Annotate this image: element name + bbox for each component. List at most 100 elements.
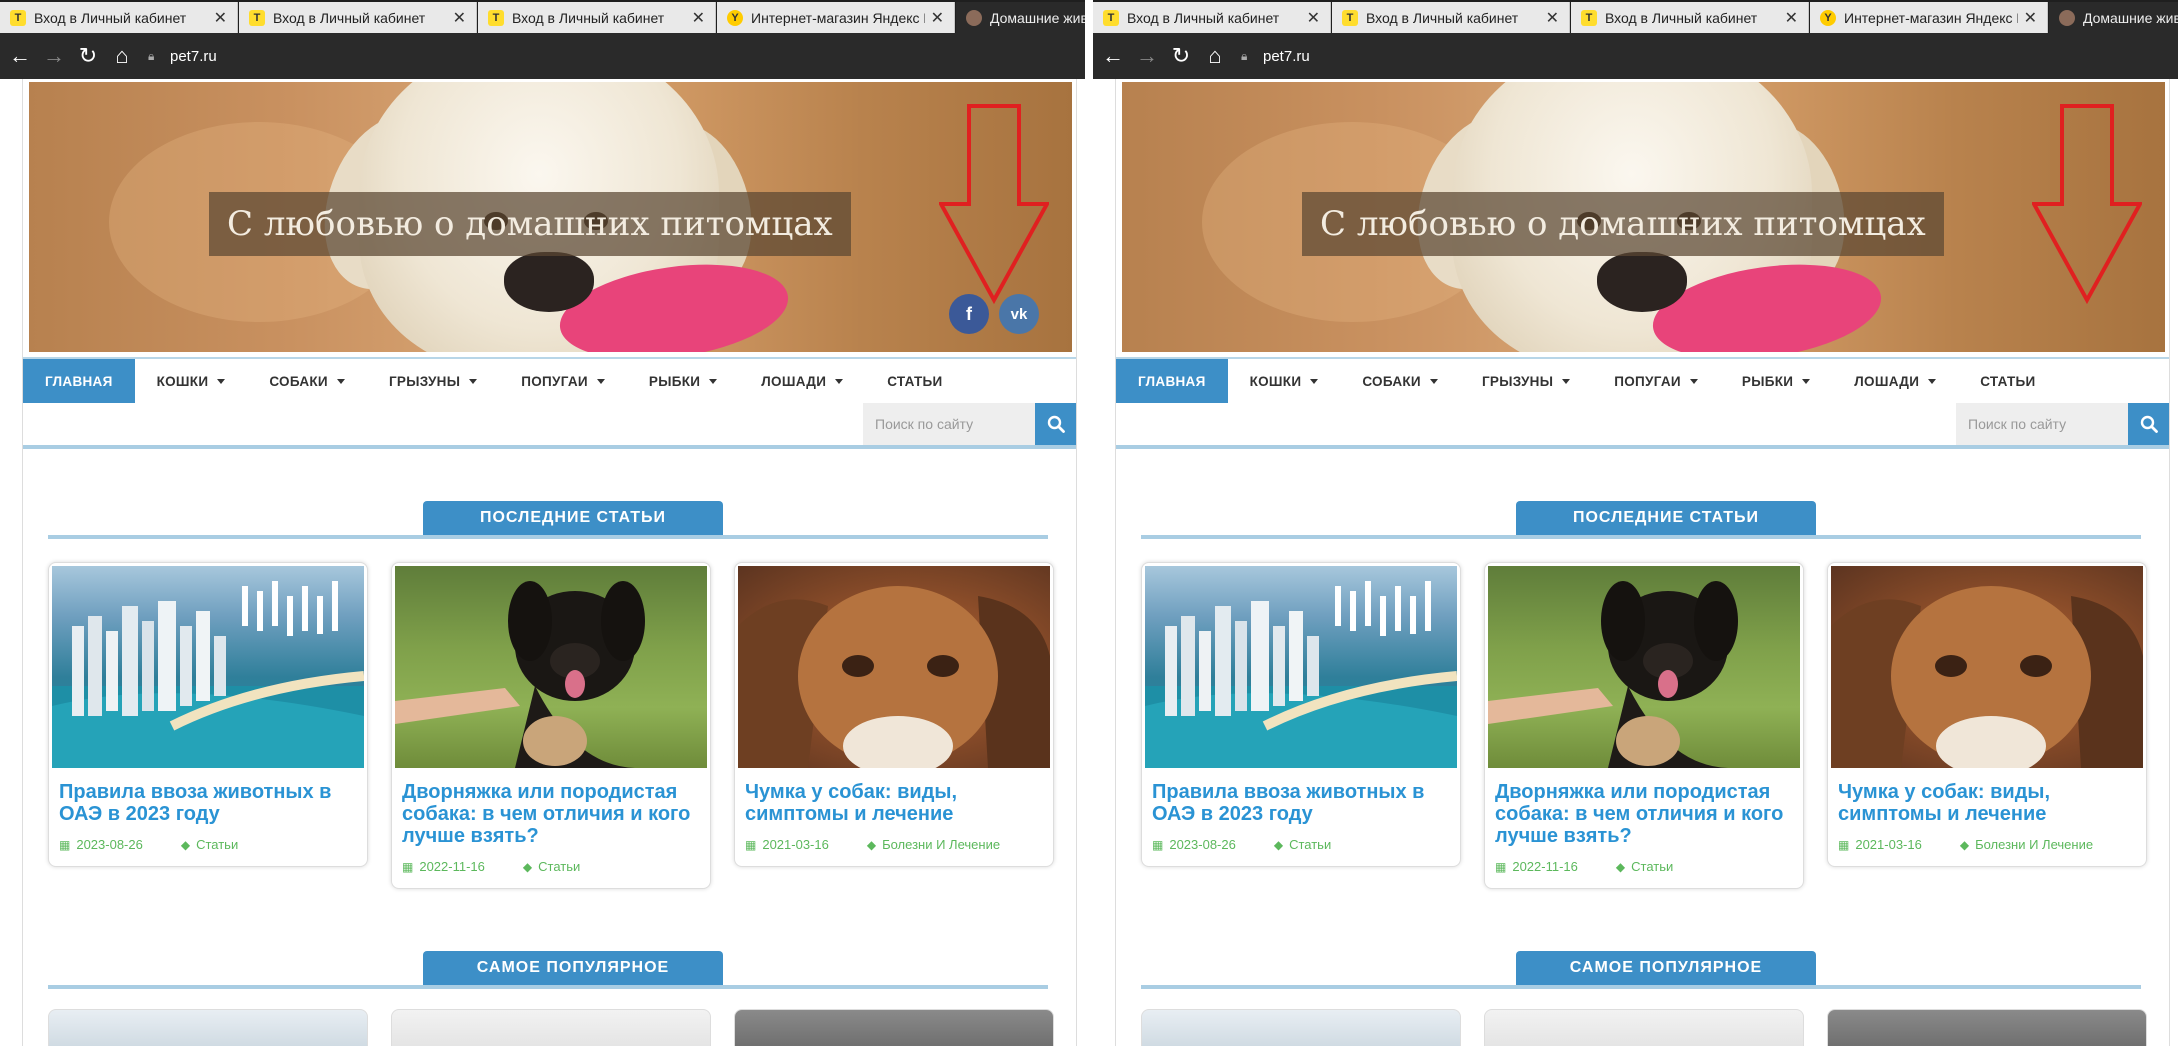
article-image-beagle[interactable] <box>1831 566 2143 768</box>
menu-item-rodents[interactable]: ГРЫЗУНЫ <box>367 359 499 403</box>
menu-item-horses[interactable]: ЛОШАДИ <box>1832 359 1958 403</box>
lock-icon[interactable]: 🔒︎ <box>1241 49 1255 63</box>
tab-yandex-market[interactable]: Y Интернет-магазин Яндекс Мар ✕ <box>1810 2 2048 33</box>
close-icon[interactable]: ✕ <box>1546 8 1559 28</box>
menu-item-cats[interactable]: КОШКИ <box>135 359 248 403</box>
close-icon[interactable]: ✕ <box>453 8 466 28</box>
close-icon[interactable]: ✕ <box>2024 8 2037 28</box>
article-card[interactable]: Чумка у собак: виды, симптомы и лечение … <box>1827 562 2147 867</box>
article-image-beagle[interactable] <box>738 566 1050 768</box>
article-title[interactable]: Дворняжка или породистая собака: в чем о… <box>392 771 710 847</box>
category-link[interactable]: ◆ Болезни И Лечение <box>867 837 1000 852</box>
forward-arrow-icon[interactable]: → <box>1133 42 1161 70</box>
category-link[interactable]: ◆ Статьи <box>181 837 238 852</box>
tab-lk-3[interactable]: T Вход в Личный кабинет ✕ <box>1571 2 1809 33</box>
menu-item-fish[interactable]: РЫБКИ <box>1720 359 1832 403</box>
close-icon[interactable]: ✕ <box>1307 8 1320 28</box>
menu-item-dogs[interactable]: СОБАКИ <box>1340 359 1460 403</box>
menu-item-articles[interactable]: СТАТЬИ <box>1958 359 2057 403</box>
close-icon[interactable]: ✕ <box>931 8 944 28</box>
page: С любовью о домашних питомцах f vk ГЛАВН… <box>22 79 1077 1046</box>
category-link[interactable]: ◆ Статьи <box>523 859 580 874</box>
popular-card[interactable] <box>1141 1009 1461 1046</box>
tab-title: Вход в Личный кабинет <box>273 9 426 26</box>
close-icon[interactable]: ✕ <box>214 8 227 28</box>
category-link[interactable]: ◆ Болезни И Лечение <box>1960 837 2093 852</box>
red-arrow-annotation <box>2032 104 2142 304</box>
menu-item-parrots[interactable]: ПОПУГАИ <box>1592 359 1720 403</box>
category-link[interactable]: ◆ Статьи <box>1274 837 1331 852</box>
popular-card[interactable] <box>1484 1009 1804 1046</box>
popular-card[interactable] <box>48 1009 368 1046</box>
reload-icon[interactable]: ↻ <box>1167 42 1195 70</box>
article-title[interactable]: Чумка у собак: виды, симптомы и лечение <box>1828 771 2146 825</box>
search-icon <box>1047 415 1065 433</box>
home-icon[interactable]: ⌂ <box>108 42 136 70</box>
menu-item-home[interactable]: ГЛАВНАЯ <box>23 359 135 403</box>
article-image-dubai[interactable] <box>52 566 364 768</box>
search-input[interactable] <box>1956 403 2128 445</box>
article-title[interactable]: Правила ввоза животных в ОАЭ в 2023 году <box>1142 771 1460 825</box>
close-icon[interactable]: ✕ <box>692 8 705 28</box>
search-input[interactable] <box>863 403 1035 445</box>
tab-pets-active[interactable]: Домашние жив <box>2049 2 2178 33</box>
url-text[interactable]: pet7.ru <box>170 48 217 65</box>
search-button[interactable] <box>1035 403 1076 445</box>
back-arrow-icon[interactable]: ← <box>6 42 34 70</box>
tab-lk-2[interactable]: T Вход в Личный кабинет ✕ <box>1332 2 1570 33</box>
yandex-market-favicon-icon: Y <box>1820 9 1836 26</box>
article-card[interactable]: Дворняжка или породистая собака: в чем о… <box>1484 562 1804 889</box>
tab-lk-1[interactable]: T Вход в Личный кабинет ✕ <box>1093 2 1331 33</box>
caret-down-icon <box>336 378 345 384</box>
tab-lk-1[interactable]: T Вход в Личный кабинет ✕ <box>0 2 238 33</box>
site-title[interactable]: С любовью о домашних питомцах <box>209 192 851 256</box>
vk-icon[interactable]: vk <box>999 294 1039 334</box>
tab-yandex-market[interactable]: Y Интернет-магазин Яндекс Мар ✕ <box>717 2 955 33</box>
back-arrow-icon[interactable]: ← <box>1099 42 1127 70</box>
home-icon[interactable]: ⌂ <box>1201 42 1229 70</box>
article-card[interactable]: Чумка у собак: виды, симптомы и лечение … <box>734 562 1054 867</box>
latest-section-header: ПОСЛЕДНИЕ СТАТЬИ <box>48 501 1048 539</box>
menu-bottom-border <box>23 445 1076 449</box>
article-card[interactable]: Правила ввоза животных в ОАЭ в 2023 году… <box>48 562 368 867</box>
popular-card[interactable] <box>734 1009 1054 1046</box>
caret-down-icon <box>596 378 605 384</box>
menu-item-fish[interactable]: РЫБКИ <box>627 359 739 403</box>
facebook-icon[interactable]: f <box>949 294 989 334</box>
menu-item-parrots[interactable]: ПОПУГАИ <box>499 359 627 403</box>
tab-lk-2[interactable]: T Вход в Личный кабинет ✕ <box>239 2 477 33</box>
pane-divider <box>1085 0 1093 1046</box>
section-divider <box>48 535 1048 539</box>
menu-item-cats[interactable]: КОШКИ <box>1228 359 1341 403</box>
tab-lk-3[interactable]: T Вход в Личный кабинет ✕ <box>478 2 716 33</box>
article-title[interactable]: Правила ввоза животных в ОАЭ в 2023 году <box>49 771 367 825</box>
tab-pets-active[interactable]: Домашние жив <box>956 2 1085 33</box>
article-title[interactable]: Чумка у собак: виды, симптомы и лечение <box>735 771 1053 825</box>
url-text[interactable]: pet7.ru <box>1263 48 1310 65</box>
caret-down-icon <box>469 378 478 384</box>
article-card[interactable]: Правила ввоза животных в ОАЭ в 2023 году… <box>1141 562 1461 867</box>
caret-down-icon <box>1310 378 1319 384</box>
menu-item-horses[interactable]: ЛОШАДИ <box>739 359 865 403</box>
popular-card[interactable] <box>391 1009 711 1046</box>
article-title[interactable]: Дворняжка или породистая собака: в чем о… <box>1485 771 1803 847</box>
menu-label: СОБАКИ <box>1362 373 1421 389</box>
article-card[interactable]: Дворняжка или породистая собака: в чем о… <box>391 562 711 889</box>
article-image-dog-paw[interactable] <box>1488 566 1800 768</box>
search-button[interactable] <box>2128 403 2169 445</box>
close-icon[interactable]: ✕ <box>1785 8 1798 28</box>
forward-arrow-icon[interactable]: → <box>40 42 68 70</box>
menu-item-dogs[interactable]: СОБАКИ <box>247 359 367 403</box>
popular-articles <box>48 1009 1058 1046</box>
popular-card[interactable] <box>1827 1009 2147 1046</box>
lock-icon[interactable]: 🔒︎ <box>148 49 162 63</box>
menu-item-home[interactable]: ГЛАВНАЯ <box>1116 359 1228 403</box>
article-image-dog-paw[interactable] <box>395 566 707 768</box>
site-title[interactable]: С любовью о домашних питомцах <box>1302 192 1944 256</box>
article-image-dubai[interactable] <box>1145 566 1457 768</box>
category-link[interactable]: ◆ Статьи <box>1616 859 1673 874</box>
menu-item-rodents[interactable]: ГРЫЗУНЫ <box>1460 359 1592 403</box>
reload-icon[interactable]: ↻ <box>74 42 102 70</box>
section-title: ПОСЛЕДНИЕ СТАТЬИ <box>1516 501 1816 535</box>
menu-item-articles[interactable]: СТАТЬИ <box>865 359 964 403</box>
